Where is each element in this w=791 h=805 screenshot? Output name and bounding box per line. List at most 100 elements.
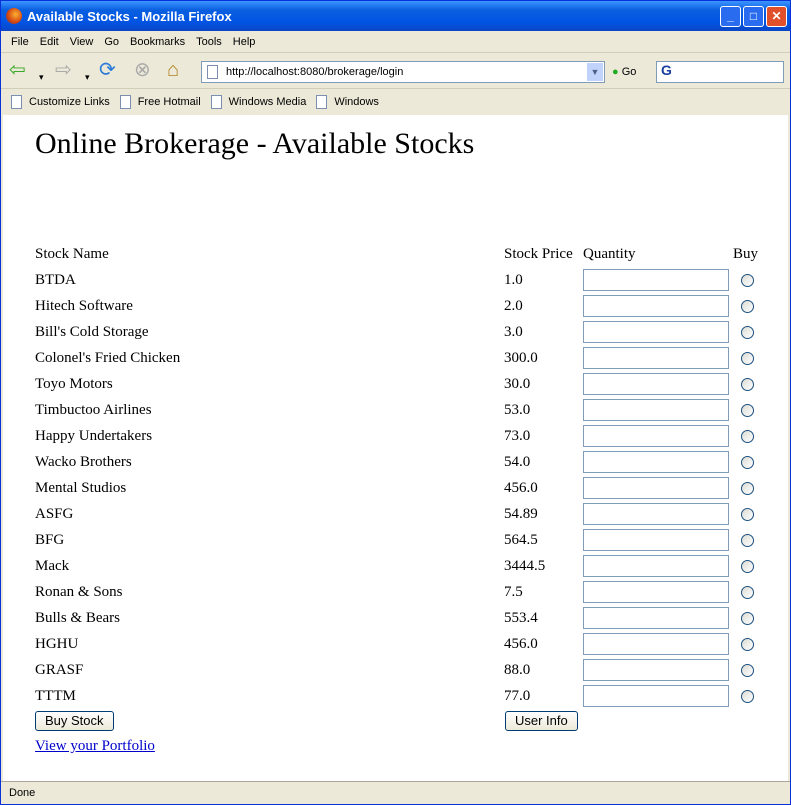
buy-radio[interactable] (741, 690, 754, 703)
page-icon (207, 65, 218, 79)
stock-name: Mack (35, 557, 70, 574)
stock-price: 30.0 (504, 375, 531, 392)
buy-radio[interactable] (741, 612, 754, 625)
stock-name: Bill's Cold Storage (35, 323, 149, 340)
quantity-input[interactable] (583, 685, 729, 707)
bookmark-item[interactable]: Windows (316, 95, 379, 109)
buy-stock-button[interactable]: Buy Stock (35, 711, 114, 731)
quantity-input[interactable] (583, 451, 729, 473)
bookmark-page-icon (316, 95, 328, 109)
stock-row: Mental Studios 456.0 (33, 475, 760, 501)
buy-radio[interactable] (741, 638, 754, 651)
go-button[interactable]: ● Go (612, 66, 636, 78)
bookmark-page-icon (11, 95, 22, 109)
home-icon[interactable]: ⌂ (167, 60, 179, 80)
stock-name: GRASF (35, 661, 84, 678)
stock-row: Wacko Brothers 54.0 (33, 449, 760, 475)
stock-name: Happy Undertakers (35, 427, 153, 444)
go-label: Go (621, 66, 637, 78)
stocks-table: Stock Name Stock Price Quantity Buy BTDA… (33, 241, 760, 709)
quantity-input[interactable] (583, 503, 729, 525)
quantity-input[interactable] (583, 555, 729, 577)
status-text: Done (9, 787, 36, 799)
stock-price: 2.0 (504, 297, 523, 314)
bookmark-label: Customize Links (29, 96, 110, 108)
search-input[interactable]: G (656, 61, 784, 83)
quantity-input[interactable] (583, 633, 729, 655)
reload-icon[interactable]: ⟳ (99, 60, 116, 80)
bookmark-item[interactable]: Customize Links (11, 95, 110, 109)
menu-help[interactable]: Help (233, 36, 256, 48)
quantity-input[interactable] (583, 425, 729, 447)
stock-price: 456.0 (504, 479, 538, 496)
stock-price: 456.0 (504, 635, 538, 652)
url-dropdown-icon[interactable]: ▼ (587, 63, 603, 81)
stock-price: 77.0 (504, 687, 531, 704)
quantity-input[interactable] (583, 347, 729, 369)
quantity-input[interactable] (583, 295, 729, 317)
bookmark-page-icon (119, 95, 131, 109)
maximize-button[interactable]: □ (743, 6, 764, 27)
buy-radio[interactable] (741, 274, 754, 287)
buy-radio[interactable] (741, 482, 754, 495)
stock-name: ASFG (35, 505, 74, 522)
window-title: Available Stocks - Mozilla Firefox (27, 8, 232, 24)
buy-radio[interactable] (741, 404, 754, 417)
bookmark-label: Windows (334, 96, 379, 108)
forward-dropdown-icon[interactable]: ▾ (85, 67, 90, 87)
stock-name: Colonel's Fried Chicken (35, 349, 181, 366)
quantity-input[interactable] (583, 529, 729, 551)
quantity-input[interactable] (583, 477, 729, 499)
forward-icon[interactable]: ⇨ (55, 60, 72, 80)
buy-radio[interactable] (741, 508, 754, 521)
stock-price: 73.0 (504, 427, 531, 444)
back-dropdown-icon[interactable]: ▾ (39, 67, 44, 87)
google-logo: G (661, 62, 672, 78)
menu-bar: File Edit View Go Bookmarks Tools Help (1, 31, 790, 53)
stock-row: Hitech Software 2.0 (33, 293, 760, 319)
quantity-input[interactable] (583, 659, 729, 681)
buy-radio[interactable] (741, 456, 754, 469)
user-info-button[interactable]: User Info (505, 711, 578, 731)
buy-radio[interactable] (741, 534, 754, 547)
minimize-button[interactable]: _ (720, 6, 741, 27)
page-title: Online Brokerage - Available Stocks (35, 127, 475, 160)
buy-radio[interactable] (741, 664, 754, 677)
menu-view[interactable]: View (70, 36, 94, 48)
stop-icon[interactable]: ⊗ (134, 60, 151, 80)
buy-radio[interactable] (741, 378, 754, 391)
quantity-input[interactable] (583, 269, 729, 291)
stock-row: Bulls & Bears 553.4 (33, 605, 760, 631)
stock-price: 54.0 (504, 453, 531, 470)
view-portfolio-link[interactable]: View your Portfolio (35, 738, 155, 755)
buy-radio[interactable] (741, 586, 754, 599)
buy-radio[interactable] (741, 300, 754, 313)
menu-tools[interactable]: Tools (196, 36, 222, 48)
bookmark-label: Windows Media (228, 96, 307, 108)
quantity-input[interactable] (583, 321, 729, 343)
stock-row: TTTM 77.0 (33, 683, 760, 709)
menu-go[interactable]: Go (104, 36, 119, 48)
url-bar[interactable]: http://localhost:8080/brokerage/login ▼ (201, 61, 605, 83)
quantity-input[interactable] (583, 581, 729, 603)
menu-edit[interactable]: Edit (40, 36, 59, 48)
bookmark-item[interactable]: Windows Media (210, 95, 307, 109)
quantity-input[interactable] (583, 373, 729, 395)
stock-price: 3444.5 (504, 557, 546, 574)
menu-file[interactable]: File (11, 36, 29, 48)
quantity-input[interactable] (583, 607, 729, 629)
menu-bookmarks[interactable]: Bookmarks (130, 36, 185, 48)
stock-price: 564.5 (504, 531, 538, 548)
buy-radio[interactable] (741, 430, 754, 443)
back-icon[interactable]: ⇦ (9, 60, 26, 80)
buy-radio[interactable] (741, 326, 754, 339)
close-button[interactable]: ✕ (766, 6, 787, 27)
stock-price: 3.0 (504, 323, 523, 340)
buy-radio[interactable] (741, 352, 754, 365)
url-text: http://localhost:8080/brokerage/login (226, 66, 404, 78)
buy-radio[interactable] (741, 560, 754, 573)
quantity-input[interactable] (583, 399, 729, 421)
stock-name: BFG (35, 531, 65, 548)
navigation-toolbar: ⇦ ▾ ⇨ ▾ ⟳ ⊗ ⌂ http://localhost:8080/brok… (1, 53, 790, 89)
bookmark-item[interactable]: Free Hotmail (119, 95, 201, 109)
